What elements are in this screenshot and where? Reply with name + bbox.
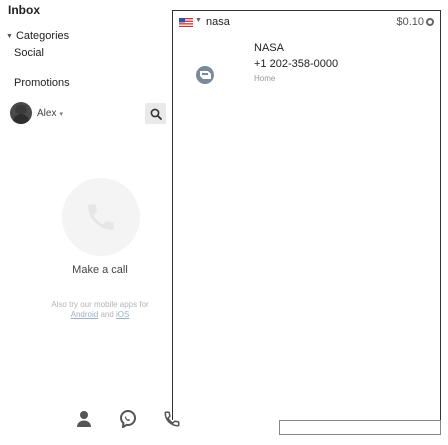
mobile-apps-note: Also try our mobile apps for Android and… bbox=[0, 300, 200, 320]
contact-type: Home bbox=[254, 74, 276, 83]
chat-icon[interactable] bbox=[117, 408, 139, 430]
account-name: Alex bbox=[37, 108, 57, 119]
ios-link[interactable]: iOS bbox=[116, 310, 129, 319]
categories-label: Categories bbox=[15, 30, 70, 42]
make-call-title: Make a call bbox=[72, 264, 128, 276]
and-text: and bbox=[100, 310, 114, 319]
phone-icon bbox=[88, 204, 114, 230]
hangouts-contact-icon bbox=[196, 66, 214, 84]
contact-number: +1 202-358-0000 bbox=[254, 58, 339, 70]
dial-number-input[interactable]: nasa bbox=[206, 16, 230, 28]
inbox-link[interactable]: Inbox bbox=[8, 3, 40, 17]
panel-footer bbox=[279, 420, 441, 435]
categories-toggle[interactable]: ▼ Categories bbox=[6, 30, 69, 42]
bottom-nav bbox=[73, 408, 183, 430]
chevron-down-icon: ▾ bbox=[59, 111, 63, 118]
sidebar-item-social[interactable]: Social bbox=[14, 47, 44, 59]
search-button[interactable] bbox=[145, 103, 166, 124]
call-price: $0.10 bbox=[396, 16, 434, 28]
account-switcher[interactable]: Alex ▾ bbox=[37, 108, 63, 119]
android-link[interactable]: Android bbox=[71, 310, 99, 319]
phone-illustration bbox=[62, 178, 140, 256]
search-icon bbox=[150, 108, 162, 120]
dial-bar: ▼ nasa $0.10 bbox=[172, 10, 441, 36]
sidebar-item-promotions[interactable]: Promotions bbox=[14, 77, 70, 89]
price-value: $0.10 bbox=[396, 16, 424, 28]
collapse-triangle-icon: ▼ bbox=[6, 32, 13, 40]
avatar[interactable] bbox=[10, 102, 32, 124]
contact-results: NASA +1 202-358-0000 Home bbox=[172, 35, 441, 420]
country-chevron-down-icon[interactable]: ▼ bbox=[195, 17, 202, 24]
contact-row[interactable]: NASA +1 202-358-0000 Home bbox=[173, 35, 440, 90]
person-icon[interactable] bbox=[73, 408, 95, 430]
us-flag-icon[interactable] bbox=[179, 18, 193, 27]
mobile-apps-text: Also try our mobile apps for bbox=[51, 300, 149, 309]
credit-coin-icon bbox=[426, 18, 434, 26]
contact-name: NASA bbox=[254, 42, 284, 54]
